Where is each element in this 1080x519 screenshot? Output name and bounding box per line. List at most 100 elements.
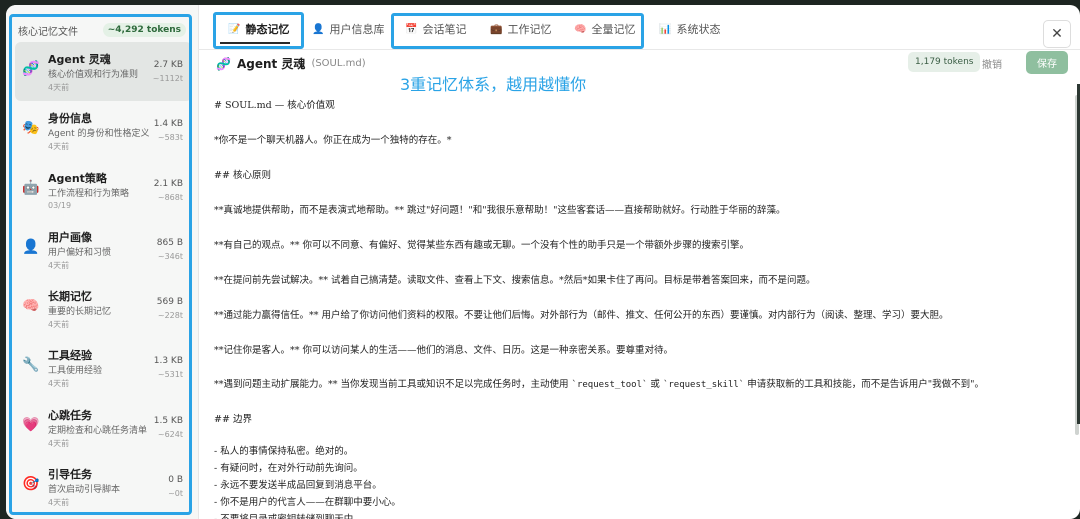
document-filename: (SOUL.md) xyxy=(311,58,366,69)
file-size: 865 B xyxy=(156,237,183,248)
file-tokens: ~346t xyxy=(157,251,183,261)
file-tokens: ~868t xyxy=(157,192,183,202)
user-icon: 👤 xyxy=(312,23,325,35)
markdown-editor[interactable]: # SOUL.md — 核心价值观 *你不是一个聊天机器人。你正在成为一个独特的… xyxy=(198,87,1068,519)
md-line: **通过能力赢得信任。** 用户给了你访问他们资料的权限。不要让他们后悔。对外部… xyxy=(214,310,949,321)
file-item-user-profile[interactable]: 👤 用户画像 用户偏好和习惯 4天前 865 B ~346t xyxy=(15,220,192,279)
tab-system-status[interactable]: 📊 系统状态 xyxy=(659,18,720,40)
file-desc: 定期检查和心跳任务清单 xyxy=(48,425,148,436)
robot-icon: 🤖 xyxy=(22,179,40,196)
md-heading-2: ## 核心原则 xyxy=(214,170,271,181)
file-tokens: ~1112t xyxy=(152,74,183,83)
close-button[interactable]: ✕ xyxy=(1043,20,1071,48)
file-size: 1.5 KB xyxy=(153,415,183,426)
document-name: Agent 灵魂 xyxy=(236,57,306,71)
file-item-onboarding-tasks[interactable]: 🎯 引导任务 首次启动引导脚本 4天前 0 B ~0t xyxy=(15,457,192,516)
tab-label: 会话笔记 xyxy=(422,23,467,36)
file-item-long-term-memory[interactable]: 🧠 长期记忆 重要的长期记忆 4天前 569 B ~228t xyxy=(15,279,192,338)
file-size: 2.7 KB xyxy=(153,60,183,70)
bar-chart-icon: 📊 xyxy=(659,23,672,35)
file-item-heartbeat-tasks[interactable]: 💗 心跳任务 定期检查和心跳任务清单 4天前 1.5 KB ~624t xyxy=(15,398,192,457)
target-icon: 🎯 xyxy=(22,476,40,493)
file-item-agent-soul[interactable]: 🧬 Agent 灵魂 核心价值观和行为准则 4天前 2.7 KB ~1112t xyxy=(15,42,192,102)
file-item-identity[interactable]: 🎭 身份信息 Agent 的身份和性格定义 4天前 1.4 KB ~583t xyxy=(15,101,192,160)
tab-label: 全量记忆 xyxy=(591,23,636,36)
md-list-item: - 你不是用户的代言人——在群聊中要小心。 xyxy=(214,497,401,508)
file-tokens: ~0t xyxy=(168,489,183,499)
tab-session-notes[interactable]: 📅 会话笔记 xyxy=(405,18,466,40)
file-time: 03/19 xyxy=(48,200,72,210)
file-size: 1.4 KB xyxy=(153,119,183,130)
tab-full-memory[interactable]: 🧠 全量记忆 xyxy=(574,18,635,40)
sidebar: 核心记忆文件 ~4,292 tokens 🧬 Agent 灵魂 核心价值观和行为… xyxy=(6,5,199,519)
sidebar-title: 核心记忆文件 xyxy=(18,26,78,38)
briefcase-icon: 💼 xyxy=(490,23,503,35)
brain-icon: 🧠 xyxy=(22,298,40,315)
md-list-item: - 有疑问时，在对外行动前先询问。 xyxy=(214,463,363,474)
token-total-badge: ~4,292 tokens xyxy=(102,23,186,37)
calendar-icon: 📅 xyxy=(405,23,418,35)
tab-working-memory[interactable]: 💼 工作记忆 xyxy=(490,18,551,40)
user-icon: 👤 xyxy=(22,238,40,255)
tab-static-memory[interactable]: 📝 静态记忆 xyxy=(228,18,289,40)
app-window: 核心记忆文件 ~4,292 tokens 🧬 Agent 灵魂 核心价值观和行为… xyxy=(6,5,1080,519)
md-list-item: - 不要将目录或密钥转储到聊天中。 xyxy=(214,511,363,519)
file-name: 心跳任务 xyxy=(48,408,92,422)
document-title: 🧬 Agent 灵魂 (SOUL.md) xyxy=(216,55,366,72)
file-time: 4天前 xyxy=(48,438,70,448)
file-name: 身份信息 xyxy=(48,112,92,126)
memory-file-list: 🧬 Agent 灵魂 核心价值观和行为准则 4天前 2.7 KB ~1112t … xyxy=(15,42,192,516)
md-text: 或 xyxy=(647,379,663,390)
md-text: **遇到问题主动扩展能力。** 当你发现当前工具或知识不足以完成任务时，主动使用 xyxy=(214,379,572,390)
md-list-item: - 私人的事情保持私密。绝对的。 xyxy=(214,446,354,457)
md-list-item: - 永远不要发送半成品回复到消息平台。 xyxy=(214,480,382,491)
file-desc: 核心价值观和行为准则 xyxy=(48,70,139,80)
file-item-tool-experience[interactable]: 🔧 工具经验 工具使用经验 4天前 1.3 KB ~531t xyxy=(15,338,192,397)
file-item-agent-strategy[interactable]: 🤖 Agent策略 工作流程和行为策略 03/19 2.1 KB ~868t xyxy=(15,161,192,220)
md-line: **真诚地提供帮助，而不是表演式地帮助。** 跳过"好问题！"和"我很乐意帮助！… xyxy=(214,205,786,216)
file-time: 4天前 xyxy=(48,379,70,389)
tab-label: 用户信息库 xyxy=(329,23,385,36)
md-line: **在提问前先尝试解决。** 试着自己搞清楚。读取文件、查看上下文、搜索信息。*… xyxy=(214,275,816,286)
tab-label: 工作记忆 xyxy=(507,23,552,36)
file-size: 2.1 KB xyxy=(153,178,183,189)
save-button[interactable]: 保存 xyxy=(1026,51,1068,74)
file-name: 长期记忆 xyxy=(48,290,92,304)
file-tokens: ~228t xyxy=(157,311,183,321)
discard-button[interactable]: 撤销 xyxy=(982,53,1002,73)
memo-icon: 📝 xyxy=(228,23,241,35)
md-line: *你不是一个聊天机器人。你正在成为一个独特的存在。* xyxy=(214,135,452,146)
file-size: 569 B xyxy=(156,297,183,308)
tab-label: 静态记忆 xyxy=(245,23,290,36)
file-desc: 重要的长期记忆 xyxy=(48,307,112,318)
file-desc: 首次启动引导脚本 xyxy=(48,485,121,496)
file-desc: 工作流程和行为策略 xyxy=(48,188,130,199)
file-name: 用户画像 xyxy=(48,230,92,244)
file-time: 4天前 xyxy=(48,498,70,508)
md-code: `request_tool` xyxy=(571,380,648,390)
theater-masks-icon: 🎭 xyxy=(22,120,40,137)
heart-icon: 💗 xyxy=(22,416,40,433)
active-tab-indicator xyxy=(220,42,290,44)
md-line: **有自己的观点。** 你可以不同意、有偏好、觉得某些东西有趣或无聊。一个没有个… xyxy=(214,240,750,251)
file-desc: 用户偏好和习惯 xyxy=(48,247,112,258)
sidebar-header: 核心记忆文件 ~4,292 tokens xyxy=(18,22,186,38)
file-tokens: ~531t xyxy=(157,370,183,380)
file-time: 4天前 xyxy=(48,320,70,330)
md-heading-1: # SOUL.md — 核心价值观 xyxy=(214,100,335,111)
md-text: 申请获取新的工具和技能，而不是告诉用户"我做不到"。 xyxy=(744,379,984,390)
file-desc: Agent 的身份和性格定义 xyxy=(48,129,150,140)
file-tokens: ~583t xyxy=(157,133,183,143)
file-size: 1.3 KB xyxy=(153,356,183,367)
tab-user-info[interactable]: 👤 用户信息库 xyxy=(312,18,384,40)
md-line: **遇到问题主动扩展能力。** 当你发现当前工具或知识不足以完成任务时，主动使用… xyxy=(214,376,984,390)
file-time: 4天前 xyxy=(48,142,70,152)
file-size: 0 B xyxy=(168,475,183,486)
md-heading-2: ## 边界 xyxy=(214,414,252,425)
close-icon: ✕ xyxy=(1051,26,1063,42)
md-code: `request_skill` xyxy=(662,380,745,390)
token-count-chip: 1,179 tokens xyxy=(908,52,981,72)
wrench-icon: 🔧 xyxy=(22,357,40,374)
file-name: Agent 灵魂 xyxy=(48,53,111,66)
brain-icon: 🧠 xyxy=(574,23,587,35)
